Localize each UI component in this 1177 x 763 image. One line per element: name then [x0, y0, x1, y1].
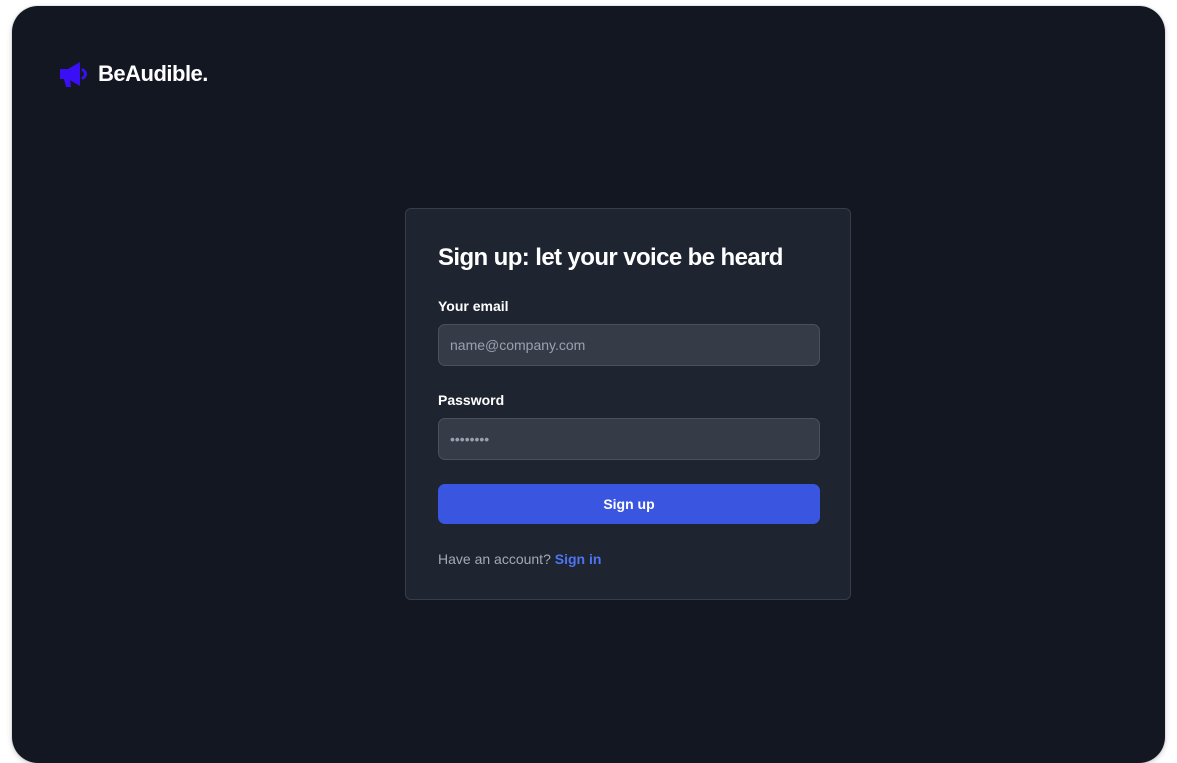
brand-logo[interactable]: BeAudible. — [58, 60, 208, 88]
email-field[interactable] — [438, 324, 820, 366]
sign-in-link[interactable]: Sign in — [555, 551, 602, 567]
signin-prompt: Have an account? Sign in — [438, 550, 818, 568]
password-label: Password — [438, 392, 505, 408]
sign-up-button[interactable]: Sign up — [438, 484, 820, 524]
email-label: Your email — [438, 298, 509, 314]
app-window: BeAudible. Sign up: let your voice be he… — [12, 6, 1165, 763]
signin-prompt-text: Have an account? — [438, 551, 551, 567]
password-field[interactable] — [438, 418, 820, 460]
megaphone-icon — [60, 62, 87, 87]
page-title: Sign up: let your voice be heard — [438, 244, 783, 271]
brand-name: BeAudible. — [98, 61, 208, 86]
signup-card: Sign up: let your voice be heard Your em… — [405, 208, 851, 600]
